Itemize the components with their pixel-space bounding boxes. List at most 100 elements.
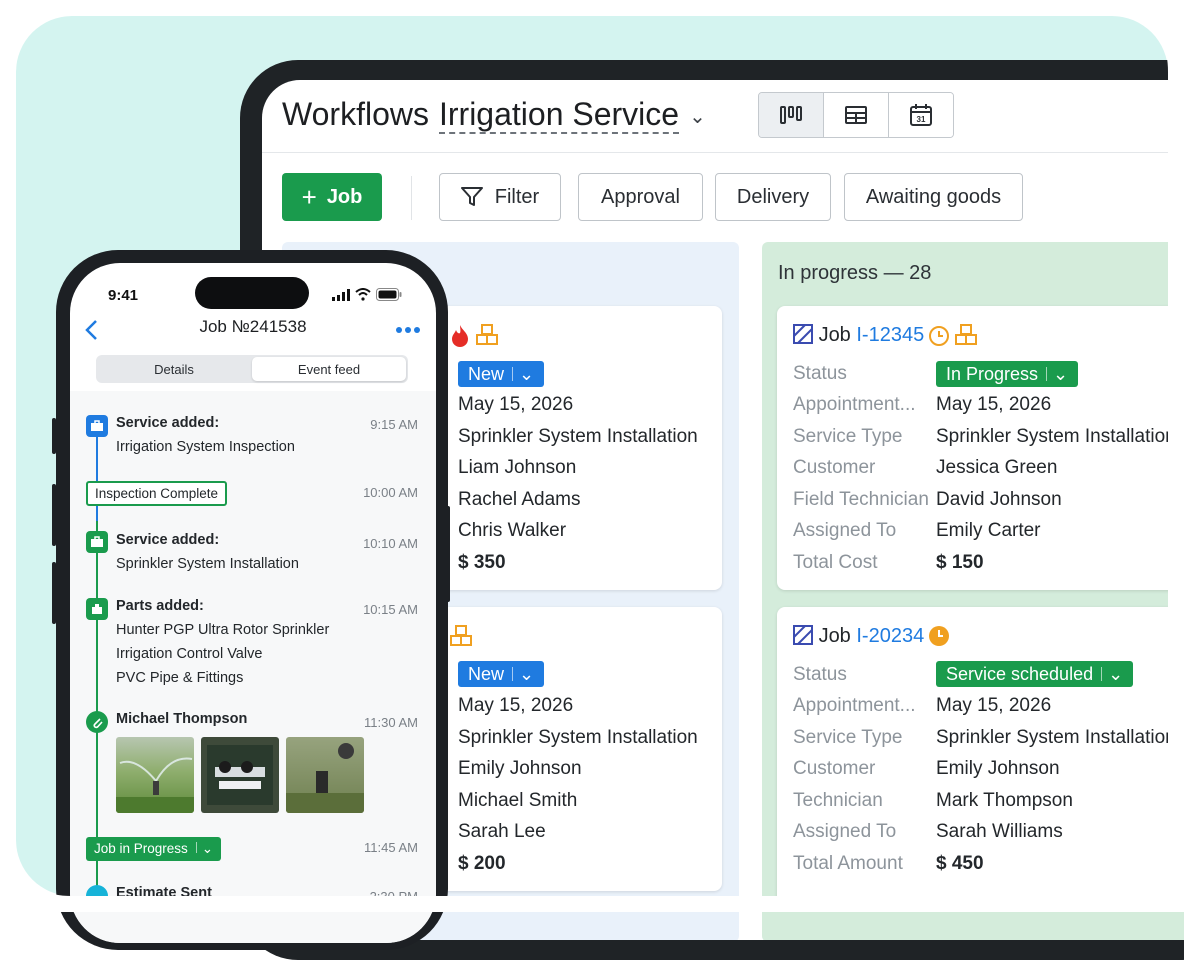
event-detail: PVC Pipe & Fittings xyxy=(116,670,244,686)
photo-thumbnail[interactable] xyxy=(201,737,279,813)
assigned-value: Chris Walker xyxy=(458,520,567,541)
job-id-link[interactable]: I-20234 xyxy=(856,625,924,647)
table-view-button[interactable] xyxy=(824,93,889,137)
assigned-label: Assigned To xyxy=(793,520,897,541)
status-badge[interactable]: New ⌄ xyxy=(458,661,545,687)
workflow-selector[interactable]: Irrigation Service xyxy=(438,96,680,134)
assigned-value: Sarah Lee xyxy=(458,821,546,842)
event-time: 11:45 AM xyxy=(364,840,418,855)
service-type-value: Sprinkler System Installation xyxy=(458,426,698,447)
customer-value: Jessica Green xyxy=(936,457,1058,478)
awaiting-goods-filter-button[interactable]: Awaiting goods xyxy=(844,173,1023,221)
service-icon xyxy=(86,415,108,437)
appointment-label: Appointment... xyxy=(793,695,916,716)
phone-nav-bar: Job №241538 xyxy=(70,311,436,355)
signal-icon xyxy=(332,289,350,301)
boxes-icon xyxy=(476,324,498,345)
total-value: $ 450 xyxy=(936,853,984,874)
attachment-icon xyxy=(86,711,108,733)
battery-icon xyxy=(376,288,402,301)
event-title: Service added: xyxy=(116,415,220,431)
toolbar: + Job Filter Approval Delivery Awaiting g… xyxy=(262,152,1184,242)
approval-filter-button[interactable]: Approval xyxy=(578,173,703,221)
filter-icon xyxy=(460,187,483,206)
appointment-value: May 15, 2026 xyxy=(936,695,1052,716)
status-badge[interactable]: In Progress ⌄ xyxy=(936,361,1079,387)
assigned-value: Emily Carter xyxy=(936,520,1041,541)
customer-value: Emily Johnson xyxy=(936,758,1060,779)
column-in-progress: In progress — 28 Job I-12345 Status In P… xyxy=(762,242,1184,940)
status-badge[interactable]: New ⌄ xyxy=(458,361,545,387)
service-type-label: Service Type xyxy=(793,426,903,447)
appointment-value: May 15, 2026 xyxy=(458,394,574,415)
tab-details[interactable]: Details xyxy=(98,357,250,381)
phone-side-button xyxy=(52,418,56,454)
tab-event-feed[interactable]: Event feed xyxy=(252,357,406,381)
chevron-down-icon: ⌄ xyxy=(1108,663,1124,684)
event-title: Parts added: xyxy=(116,598,204,614)
add-job-button[interactable]: + Job xyxy=(282,173,382,221)
plus-icon: + xyxy=(301,181,317,212)
status-badge[interactable]: Service scheduled ⌄ xyxy=(936,661,1134,687)
clock-icon xyxy=(929,326,949,346)
table-icon xyxy=(845,106,867,124)
event-time: 11:30 AM xyxy=(364,715,418,730)
job-card[interactable]: Job I-20234 Status Service scheduled ⌄ Ap… xyxy=(777,607,1184,907)
calendar-view-button[interactable]: 31 xyxy=(889,93,953,137)
chevron-down-icon: ⌄ xyxy=(201,841,214,856)
event-detail: Hunter PGP Ultra Rotor Sprinkler xyxy=(116,622,330,638)
technician-value: David Johnson xyxy=(936,489,1062,510)
column-title: In progress — 28 xyxy=(778,262,932,284)
svg-text:31: 31 xyxy=(917,115,926,124)
status-time: 9:41 xyxy=(108,287,139,304)
appointment-label: Appointment... xyxy=(793,394,916,415)
job-heading: Job I-20234 xyxy=(793,625,924,648)
customer-value: Liam Johnson xyxy=(458,457,577,478)
total-value: $ 350 xyxy=(458,552,506,573)
clock-icon xyxy=(929,626,949,646)
status-tag: Job in Progress ⌄ xyxy=(86,837,222,861)
delivery-filter-button[interactable]: Delivery xyxy=(715,173,831,221)
service-type-value: Sprinkler System Installation xyxy=(936,426,1176,447)
estimate-icon xyxy=(86,885,108,907)
fire-icon xyxy=(452,325,468,347)
event-title: Michael Thompson xyxy=(116,711,248,727)
job-card[interactable]: Job I-12345 Status In Progress ⌄ Appointm… xyxy=(777,306,1184,590)
phone-side-button xyxy=(52,484,56,546)
phone-side-button xyxy=(446,506,450,602)
event-feed: Service added: Irrigation System Inspect… xyxy=(70,391,436,943)
chevron-down-icon: ⌄ xyxy=(519,363,535,384)
chevron-down-icon: ⌄ xyxy=(1053,363,1069,384)
wifi-icon xyxy=(355,288,371,301)
toolbar-divider xyxy=(411,176,412,220)
calendar-icon: 31 xyxy=(910,104,932,126)
technician-value: Michael Smith xyxy=(458,790,578,811)
event-time: 10:10 AM xyxy=(363,536,418,551)
job-title: Job №241538 xyxy=(199,317,307,336)
photo-thumbnail[interactable] xyxy=(286,737,364,813)
board-view-button[interactable] xyxy=(759,93,824,137)
segmented-control: Details Event feed xyxy=(96,355,408,383)
status-label: Status xyxy=(793,363,847,384)
title-text: Workflows xyxy=(282,96,429,132)
dynamic-island xyxy=(195,277,309,309)
parts-icon xyxy=(86,598,108,620)
job-type-icon xyxy=(793,324,813,344)
filter-button[interactable]: Filter xyxy=(439,173,561,221)
technician-label: Field Technician xyxy=(793,489,929,510)
technician-value: Rachel Adams xyxy=(458,489,581,510)
chevron-down-icon[interactable]: ⌄ xyxy=(689,106,706,128)
event-time: 10:15 AM xyxy=(363,602,418,617)
photo-thumbnail[interactable] xyxy=(116,737,194,813)
more-icon[interactable] xyxy=(395,326,421,334)
job-id-link[interactable]: I-12345 xyxy=(856,324,924,346)
job-type-icon xyxy=(793,625,813,645)
event-title: Estimate Sent xyxy=(116,885,212,901)
total-value: $ 200 xyxy=(458,853,506,874)
total-label: Total Cost xyxy=(793,552,878,573)
event-title: Service added: xyxy=(116,532,220,548)
total-label: Total Amount xyxy=(793,853,903,874)
service-type-value: Sprinkler System Installation xyxy=(458,727,698,748)
page-title: Workflows Irrigation Service ⌄ xyxy=(282,96,706,134)
event-detail: Irrigation Control Valve xyxy=(116,646,263,662)
